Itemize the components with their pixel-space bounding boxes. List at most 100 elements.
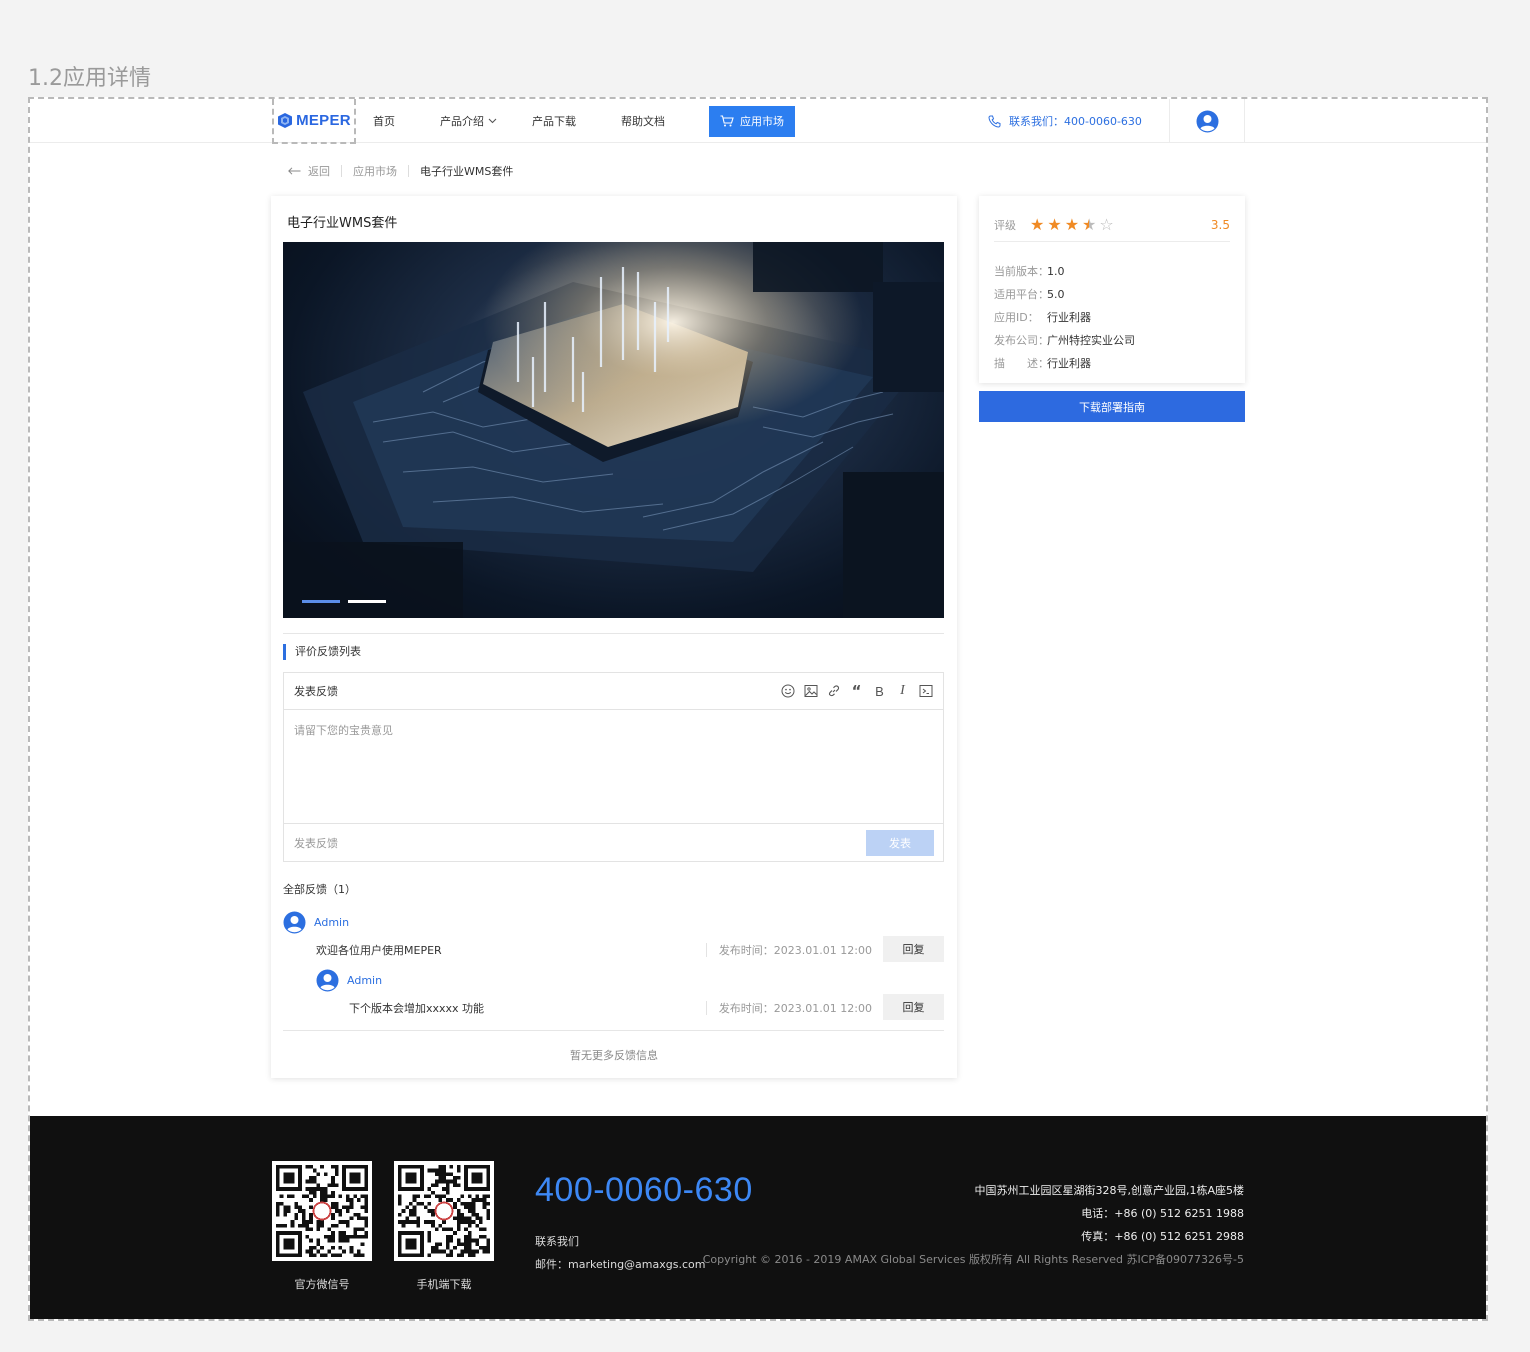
phone-icon: [988, 115, 1001, 128]
carousel-dot[interactable]: [302, 600, 340, 603]
star-icon: ★: [1047, 214, 1062, 234]
italic-icon[interactable]: I: [895, 683, 910, 699]
logo-cube-icon: [278, 113, 293, 128]
user-avatar-icon: [283, 911, 306, 934]
download-guide-button[interactable]: 下载部署指南: [979, 391, 1245, 422]
footer-company-info: 中国苏州工业园区星湖街328号,创意产业园,1栋A座5楼 电话：+86 (0) …: [703, 1179, 1244, 1271]
info-label: 描 述：: [994, 357, 1049, 370]
rating-score: 3.5: [1210, 217, 1230, 232]
quote-icon[interactable]: “: [849, 682, 864, 700]
feedback-item: Admin 欢迎各位用户使用MEPER 发布时间：2023.01.01 12:0…: [283, 911, 944, 962]
app-carousel[interactable]: [283, 242, 944, 618]
feedback-username[interactable]: Admin: [314, 916, 349, 929]
footer-copyright: Copyright © 2016 - 2019 AMAX Global Serv…: [702, 1253, 1244, 1266]
breadcrumb-separator: [341, 165, 342, 177]
info-value: 广州特控实业公司: [1047, 334, 1135, 347]
rating-stars: ★ ★ ★ ★ ☆: [1030, 214, 1114, 234]
feedback-time: 发布时间：2023.01.01 12:00: [705, 942, 872, 958]
carousel-dot[interactable]: [348, 600, 386, 603]
feedback-time-text: 发布时间：2023.01.01 12:00: [718, 944, 872, 957]
star-half-icon: ★: [1082, 214, 1097, 234]
info-row: 描 述： 行业利器: [994, 352, 1135, 375]
no-more-feedback: 暂无更多反馈信息: [570, 1049, 658, 1062]
divider: [283, 633, 944, 634]
meta-separator: [705, 1001, 707, 1015]
breadcrumb: 返回 应用市场 电子行业WMS套件: [288, 163, 513, 179]
feedback-text: 欢迎各位用户使用MEPER: [316, 944, 442, 957]
logo[interactable]: MEPER: [272, 99, 356, 144]
feedback-username[interactable]: Admin: [347, 974, 382, 987]
submit-feedback-button[interactable]: 发表: [866, 829, 934, 856]
app-detail-card: 电子行业WMS套件 评价反馈列表 发表反馈 “ B I 请留下您的宝贵意见 发表…: [271, 196, 957, 1078]
wechat-qr-code: [272, 1161, 372, 1261]
app-title: 电子行业WMS套件: [287, 216, 398, 231]
editor-header: 发表反馈 “ B I: [284, 673, 943, 710]
arrow-left-icon[interactable]: [288, 167, 301, 175]
nav-product-intro-label: 产品介绍: [440, 115, 484, 128]
feedback-text: 下个版本会增加xxxxx 功能: [349, 1002, 485, 1015]
site-footer: 官方微信号 手机端下载 400-0060-630 联系我们 邮件：marketi…: [30, 1116, 1486, 1319]
footer-contact-label[interactable]: 联系我们: [535, 1233, 579, 1249]
footer-address: 中国苏州工业园区星湖街328号,创意产业园,1栋A座5楼: [974, 1184, 1244, 1197]
divider: [283, 1030, 944, 1031]
image-icon[interactable]: [803, 684, 818, 699]
chevron-down-icon: [488, 118, 497, 124]
breadcrumb-separator: [408, 165, 409, 177]
rating-row: 评级 ★ ★ ★ ★ ☆ 3.5: [994, 208, 1230, 242]
mobile-download-qr-code[interactable]: [394, 1161, 494, 1261]
info-row: 当前版本： 1.0: [994, 260, 1135, 283]
info-row: 应用ID： 行业利器: [994, 306, 1135, 329]
carousel-indicators: [302, 600, 386, 603]
feedback-time: 发布时间：2023.01.01 12:00: [705, 1000, 872, 1016]
app-info-card: 评级 ★ ★ ★ ★ ☆ 3.5 当前版本： 1.0 适用平台： 5.0 应用ID：…: [979, 196, 1245, 383]
star-icon: ★: [1030, 214, 1045, 234]
nav-product-intro[interactable]: 产品介绍: [440, 113, 497, 129]
info-row: 发布公司： 广州特控实业公司: [994, 329, 1135, 352]
code-icon[interactable]: [918, 684, 933, 699]
link-icon[interactable]: [826, 684, 841, 699]
qr-pattern: [398, 1165, 490, 1257]
info-label: 适用平台：: [994, 288, 1049, 301]
footer-email[interactable]: 邮件：marketing@amaxgs.com: [535, 1256, 705, 1272]
cart-icon: [720, 115, 734, 127]
reply-button[interactable]: 回复: [883, 936, 944, 962]
user-menu[interactable]: [1169, 99, 1245, 143]
main-nav: 首页 产品介绍 产品下载 帮助文档 应用市场: [357, 99, 795, 143]
editor-footer: 发表反馈 发表: [284, 824, 943, 861]
reply-button[interactable]: 回复: [883, 994, 944, 1020]
feedback-user: Admin: [316, 969, 944, 992]
header-contact-text: 联系我们：400-0060-630: [1009, 115, 1142, 128]
breadcrumb-back[interactable]: 返回: [308, 163, 330, 179]
carousel-image: [283, 242, 944, 618]
user-avatar-icon: [316, 969, 339, 992]
app-info-list: 当前版本： 1.0 适用平台： 5.0 应用ID： 行业利器 发布公司： 广州特控实业公…: [994, 260, 1135, 375]
header-contact[interactable]: 联系我们：400-0060-630: [988, 99, 1142, 143]
bold-icon[interactable]: B: [872, 684, 887, 699]
rating-label: 评级: [994, 218, 1016, 232]
meta-separator: [705, 943, 707, 957]
top-header: MEPER 首页 产品介绍 产品下载 帮助文档 应用市场 联系我们：400-00…: [30, 99, 1486, 144]
footer-tel: 电话：+86 (0) 512 6251 1988: [1081, 1207, 1244, 1220]
feedback-textarea[interactable]: 请留下您的宝贵意见: [284, 710, 943, 824]
info-label: 发布公司：: [994, 334, 1049, 347]
page-frame: MEPER 首页 产品介绍 产品下载 帮助文档 应用市场 联系我们：400-00…: [28, 97, 1488, 1321]
editor-toolbar: “ B I: [780, 682, 933, 700]
nav-help-docs[interactable]: 帮助文档: [621, 113, 665, 129]
nav-app-market[interactable]: 应用市场: [709, 105, 795, 137]
logo-text: MEPER: [296, 112, 351, 129]
feedback-user: Admin: [283, 911, 944, 934]
user-avatar-icon: [1196, 110, 1218, 132]
emoji-icon[interactable]: [780, 684, 795, 699]
info-value: 5.0: [1047, 288, 1065, 301]
footer-fax: 传真：+86 (0) 512 6251 2988: [1081, 1230, 1244, 1243]
nav-app-market-label: 应用市场: [740, 115, 784, 128]
breadcrumb-parent[interactable]: 应用市场: [353, 163, 397, 179]
feedback-editor: 发表反馈 “ B I 请留下您的宝贵意见 发表反馈 发表: [283, 672, 944, 862]
info-label: 当前版本：: [994, 265, 1049, 278]
nav-product-download[interactable]: 产品下载: [532, 113, 576, 129]
nav-home[interactable]: 首页: [373, 113, 395, 129]
info-label: 应用ID：: [994, 311, 1039, 324]
star-icon: ★: [1064, 214, 1080, 234]
info-value: 行业利器: [1047, 311, 1091, 324]
breadcrumb-current: 电子行业WMS套件: [420, 165, 514, 178]
